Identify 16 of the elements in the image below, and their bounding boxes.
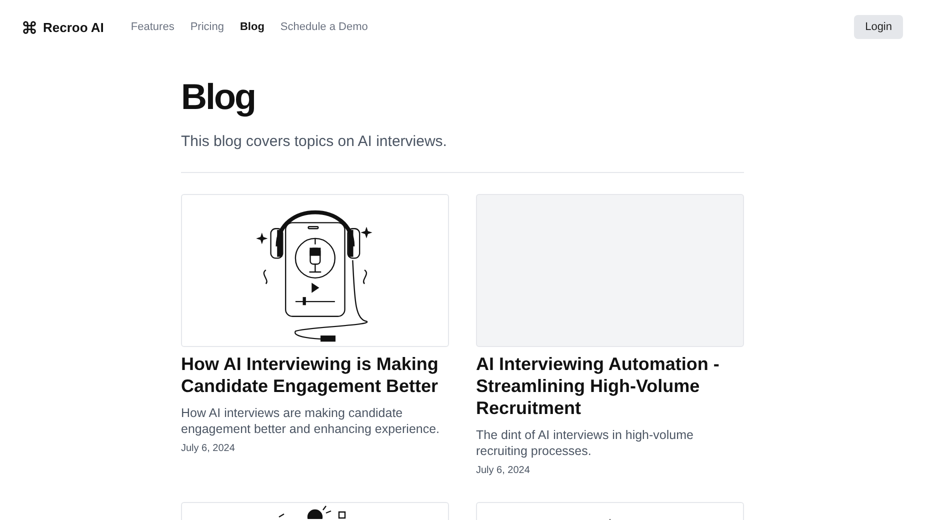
brand-name: Recroo AI	[43, 20, 104, 34]
post-image[interactable]	[181, 194, 449, 347]
command-icon	[22, 20, 37, 34]
post-date: July 6, 2024	[181, 443, 236, 454]
login-button[interactable]: Login	[854, 15, 903, 39]
post-summary: The dint of AI interviews in high-volume recruiting processes.	[476, 427, 694, 459]
post-title[interactable]: AI Interviewing Automation - Streamlining High-Volume Recruitment	[476, 353, 744, 419]
post-date: July 6, 2024	[476, 465, 531, 476]
post-title[interactable]: How AI Interviewing is Making Candidate Engagement Better	[181, 353, 449, 397]
post-summary: How AI interviews are making candidate engagement better and enhancing experience.	[181, 405, 441, 437]
nav-link[interactable]: Pricing	[190, 21, 224, 33]
nav-link[interactable]: Blog	[240, 21, 264, 33]
nav-link[interactable]: Features	[130, 21, 174, 33]
intro-text: This blog covers topics on AI interviews.	[181, 133, 448, 150]
nav-link[interactable]: Schedule a Demo	[280, 21, 368, 33]
page-heading: Blog	[181, 76, 256, 118]
